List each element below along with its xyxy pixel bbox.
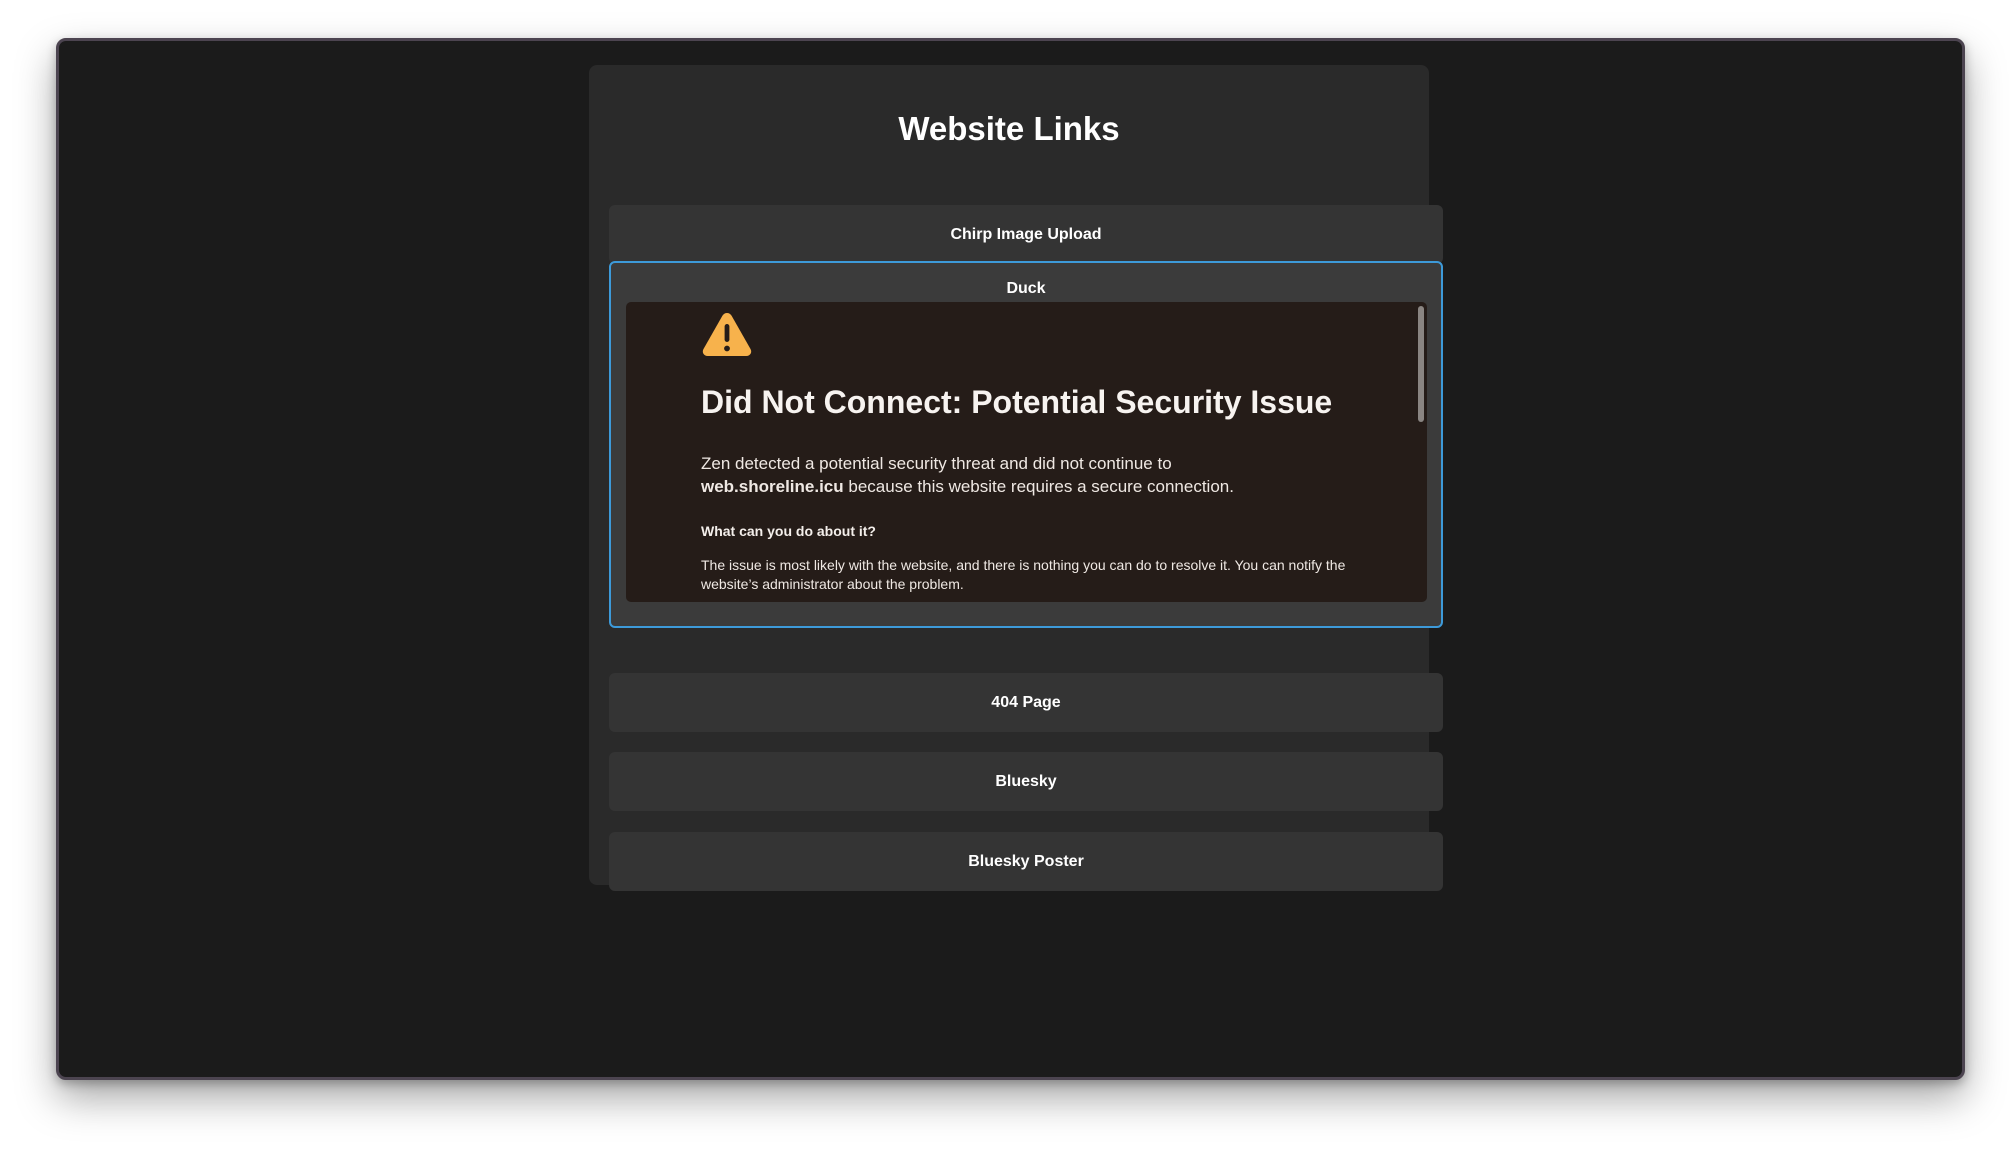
frame-scrollbar[interactable] <box>1418 306 1424 422</box>
link-bluesky[interactable]: Bluesky <box>609 752 1443 811</box>
error-desc-suffix: because this website requires a secure c… <box>848 477 1234 496</box>
error-description: Zen detected a potential security threat… <box>701 452 1351 498</box>
link-chirp-image-upload[interactable]: Chirp Image Upload <box>609 205 1443 264</box>
link-bluesky-poster[interactable]: Bluesky Poster <box>609 832 1443 891</box>
error-title: Did Not Connect: Potential Security Issu… <box>701 384 1333 420</box>
error-page-content: Did Not Connect: Potential Security Issu… <box>701 310 1351 594</box>
link-duck-expanded[interactable]: Duck Did Not Connect: Potential Security… <box>609 261 1443 628</box>
link-404-page[interactable]: 404 Page <box>609 673 1443 732</box>
error-host: web.shoreline.icu <box>701 477 844 496</box>
error-subheading: What can you do about it? <box>701 523 876 539</box>
links-panel: Website Links Chirp Image Upload Duck Di… <box>589 65 1443 891</box>
embedded-frame[interactable]: Did Not Connect: Potential Security Issu… <box>626 302 1427 602</box>
link-duck-label[interactable]: Duck <box>611 279 1441 299</box>
browser-window: Website Links Chirp Image Upload Duck Di… <box>56 38 1965 1080</box>
warning-triangle-icon <box>702 313 752 356</box>
error-body: The issue is most likely with the websit… <box>701 557 1346 592</box>
error-desc-prefix: Zen detected a potential security threat… <box>701 454 1172 473</box>
page-title: Website Links <box>898 110 1120 147</box>
